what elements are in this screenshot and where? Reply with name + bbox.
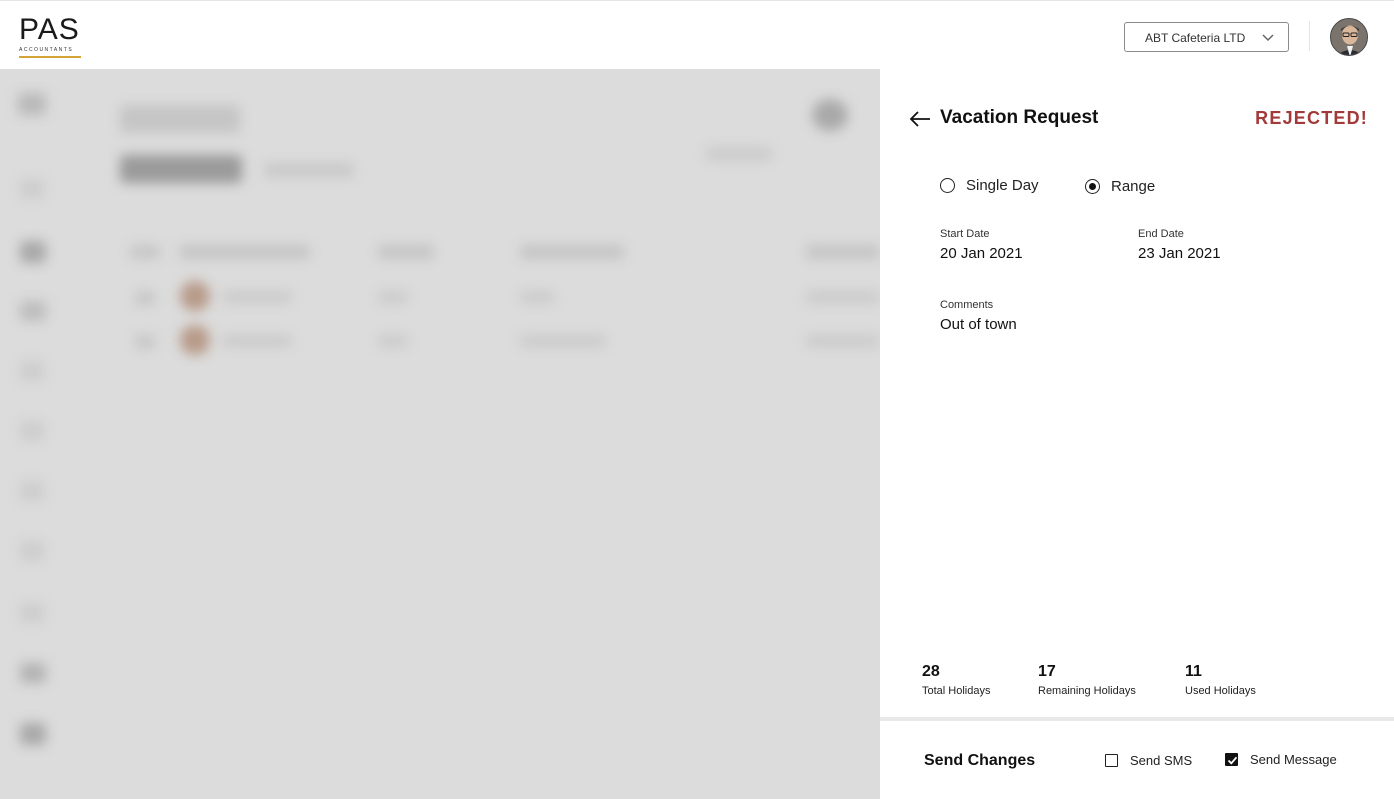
radio-single-day[interactable]: Single Day xyxy=(940,177,1039,194)
remaining-holidays-label: Remaining Holidays xyxy=(1038,685,1136,697)
used-holidays-value: 11 xyxy=(1185,663,1202,680)
send-sms-label: Send SMS xyxy=(1130,753,1193,768)
company-select[interactable]: ABT Cafeteria LTD xyxy=(1124,22,1289,52)
end-date-label: End Date xyxy=(1138,228,1184,240)
company-select-value: ABT Cafeteria LTD xyxy=(1145,31,1246,45)
checkbox-empty-icon xyxy=(1105,754,1118,767)
radio-circle-icon xyxy=(940,178,955,193)
start-date-value[interactable]: 20 Jan 2021 xyxy=(940,245,1023,262)
blurred-background-page xyxy=(0,69,880,799)
header-divider xyxy=(1309,21,1310,51)
logo-subtext: ACCOUNTANTS xyxy=(19,47,74,53)
avatar-image xyxy=(1331,19,1367,55)
comments-label: Comments xyxy=(940,299,994,311)
start-date-label: Start Date xyxy=(940,228,990,240)
checkbox-checked-icon xyxy=(1225,753,1238,766)
send-sms-checkbox[interactable]: Send SMS xyxy=(1105,753,1192,768)
total-holidays-value: 28 xyxy=(922,663,940,680)
end-date-value[interactable]: 23 Jan 2021 xyxy=(1138,245,1221,262)
radio-range-label: Range xyxy=(1111,178,1156,195)
total-holidays-label: Total Holidays xyxy=(922,685,991,697)
remaining-holidays-value: 17 xyxy=(1038,663,1056,680)
top-bar: PAS ACCOUNTANTS ABT Cafeteria LTD xyxy=(0,0,1394,69)
logo-text: PAS xyxy=(19,13,80,46)
logo-underline xyxy=(19,56,81,58)
back-arrow-icon[interactable] xyxy=(909,111,931,127)
send-changes-title: Send Changes xyxy=(924,752,1036,769)
vacation-request-panel: Vacation Request REJECTED! Single Day Ra… xyxy=(880,69,1394,799)
radio-range[interactable]: Range xyxy=(1085,178,1155,195)
send-message-label: Send Message xyxy=(1250,752,1337,767)
send-message-checkbox[interactable]: Send Message xyxy=(1225,752,1337,767)
used-holidays-label: Used Holidays xyxy=(1185,685,1256,697)
panel-title: Vacation Request xyxy=(940,107,1099,128)
status-badge: REJECTED! xyxy=(1255,108,1368,128)
user-avatar[interactable] xyxy=(1330,18,1368,56)
radio-selected-icon xyxy=(1085,179,1100,194)
radio-single-day-label: Single Day xyxy=(966,177,1039,194)
company-logo[interactable]: PAS ACCOUNTANTS xyxy=(19,15,81,61)
chevron-down-icon xyxy=(1262,34,1274,42)
comments-value[interactable]: Out of town xyxy=(940,316,1017,333)
section-divider xyxy=(880,717,1394,721)
